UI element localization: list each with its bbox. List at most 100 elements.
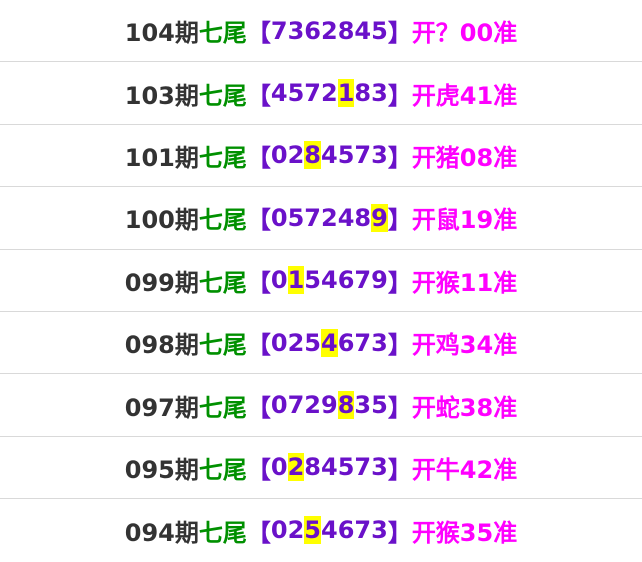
tail-label: 七尾 — [198, 518, 247, 547]
digit: 0 — [270, 141, 288, 170]
digit-highlighted: 5 — [304, 516, 321, 545]
tail-label: 七尾 — [198, 19, 247, 48]
list-item: 101期 七尾【0 2 8 4 5 7 3】开猪08准 — [0, 125, 642, 188]
predicted-digits: 7362845 — [271, 17, 388, 45]
period-number: 104期 — [124, 19, 199, 48]
bracket-open: 【 — [246, 143, 271, 172]
digit: 4 — [354, 16, 372, 45]
bracket-open: 【 — [246, 518, 271, 547]
digit: 2 — [321, 16, 338, 45]
predicted-digits: 4572183 — [270, 79, 388, 108]
period-number: 094期 — [124, 518, 199, 547]
bracket-close: 】 — [387, 81, 412, 110]
tail-label: 七尾 — [198, 81, 247, 110]
digit-highlighted: 8 — [304, 141, 321, 170]
digit: 5 — [371, 391, 388, 420]
digit: 2 — [321, 79, 338, 108]
period-number: 098期 — [124, 331, 199, 360]
digit: 5 — [304, 266, 321, 295]
digit: 9 — [321, 391, 338, 420]
digit: 2 — [287, 328, 305, 357]
list-item: 097期 七尾【0 7 2 9 8 3 5】开蛇38准 — [0, 374, 642, 437]
digit: 3 — [371, 141, 388, 170]
digit: 0 — [270, 453, 288, 482]
predicted-digits: 0254673 — [270, 516, 388, 545]
predicted-digits: 0572489 — [270, 203, 388, 232]
digit-highlighted: 4 — [321, 328, 338, 357]
bracket-close: 】 — [387, 518, 412, 547]
digit: 9 — [371, 266, 388, 295]
period-number: 097期 — [124, 393, 199, 422]
digit: 5 — [337, 141, 355, 170]
digit: 7 — [354, 516, 372, 545]
digit: 0 — [270, 516, 288, 545]
digit: 4 — [270, 79, 288, 108]
bracket-close: 】 — [387, 268, 412, 297]
digit-highlighted: 8 — [337, 391, 355, 420]
digit: 3 — [371, 453, 388, 482]
digit: 3 — [371, 516, 388, 545]
digit: 7 — [270, 16, 288, 45]
list-item: 099期 七尾【0 1 5 4 6 7 9】开猴11准 — [0, 250, 642, 312]
digit: 3 — [371, 328, 388, 357]
list-item: 094期 七尾【0 2 5 4 6 7 3】开猴35准 — [0, 499, 642, 561]
bracket-open: 【 — [246, 331, 271, 360]
period-number: 100期 — [124, 206, 199, 235]
draw-result: 开猴35准 — [411, 518, 518, 547]
list-item: 103期 七尾【4 5 7 2 1 8 3】开虎41准 — [0, 62, 642, 125]
bracket-open: 【 — [246, 268, 271, 297]
draw-result: 开牛42准 — [411, 455, 518, 484]
predicted-digits: 0254673 — [270, 328, 388, 357]
digit: 5 — [287, 203, 305, 232]
digit: 0 — [270, 328, 288, 357]
predicted-digits: 0284573 — [270, 453, 388, 482]
digit: 7 — [304, 79, 321, 108]
list-item: 095期 七尾【0 2 8 4 5 7 3】开牛42准 — [0, 437, 642, 500]
predicted-digits: 0729835 — [271, 391, 388, 420]
digit-highlighted: 1 — [337, 79, 355, 108]
digit: 2 — [287, 141, 305, 170]
list-item: 100期 七尾【0 5 7 2 4 8 9】开鼠19准 — [0, 187, 642, 250]
digit: 2 — [304, 391, 321, 420]
period-number: 099期 — [124, 268, 199, 297]
draw-result: 开蛇38准 — [411, 393, 518, 422]
draw-result: 开鸡34准 — [411, 331, 518, 360]
tail-label: 七尾 — [198, 268, 247, 297]
list-item: 104期 七尾【7 3 6 2 8 4 5】开？00准 — [0, 0, 642, 63]
bracket-close: 】 — [387, 393, 412, 422]
digit: 2 — [321, 203, 338, 232]
digit: 7 — [354, 328, 372, 357]
digit-highlighted: 2 — [287, 453, 305, 482]
bracket-open: 【 — [246, 455, 271, 484]
digit-highlighted: 1 — [287, 266, 305, 295]
digit: 6 — [304, 16, 321, 45]
digit: 3 — [287, 16, 305, 45]
digit-highlighted: 9 — [371, 203, 388, 232]
digit: 6 — [337, 516, 355, 545]
predicted-digits: 0284573 — [270, 141, 388, 170]
bracket-open: 【 — [246, 81, 271, 110]
period-number: 095期 — [124, 455, 199, 484]
digit: 2 — [287, 516, 305, 545]
bracket-open: 【 — [246, 19, 271, 48]
digit: 4 — [337, 203, 355, 232]
digit: 7 — [287, 391, 305, 420]
digit: 0 — [270, 203, 288, 232]
period-number: 101期 — [124, 143, 199, 172]
digit: 5 — [371, 16, 388, 45]
bracket-close: 】 — [387, 331, 412, 360]
predicted-digits: 0154679 — [271, 266, 388, 295]
digit: 4 — [321, 266, 338, 295]
period-number: 103期 — [124, 81, 199, 110]
draw-result: 开？00准 — [411, 19, 518, 48]
digit: 4 — [321, 516, 338, 545]
digit: 3 — [371, 79, 388, 108]
bracket-open: 【 — [246, 393, 271, 422]
digit: 6 — [337, 266, 355, 295]
digit: 8 — [354, 203, 372, 232]
draw-result: 开鼠19准 — [411, 206, 518, 235]
digit: 7 — [354, 141, 372, 170]
bracket-close: 】 — [387, 143, 412, 172]
digit: 5 — [304, 328, 321, 357]
draw-result: 开虎41准 — [411, 81, 518, 110]
